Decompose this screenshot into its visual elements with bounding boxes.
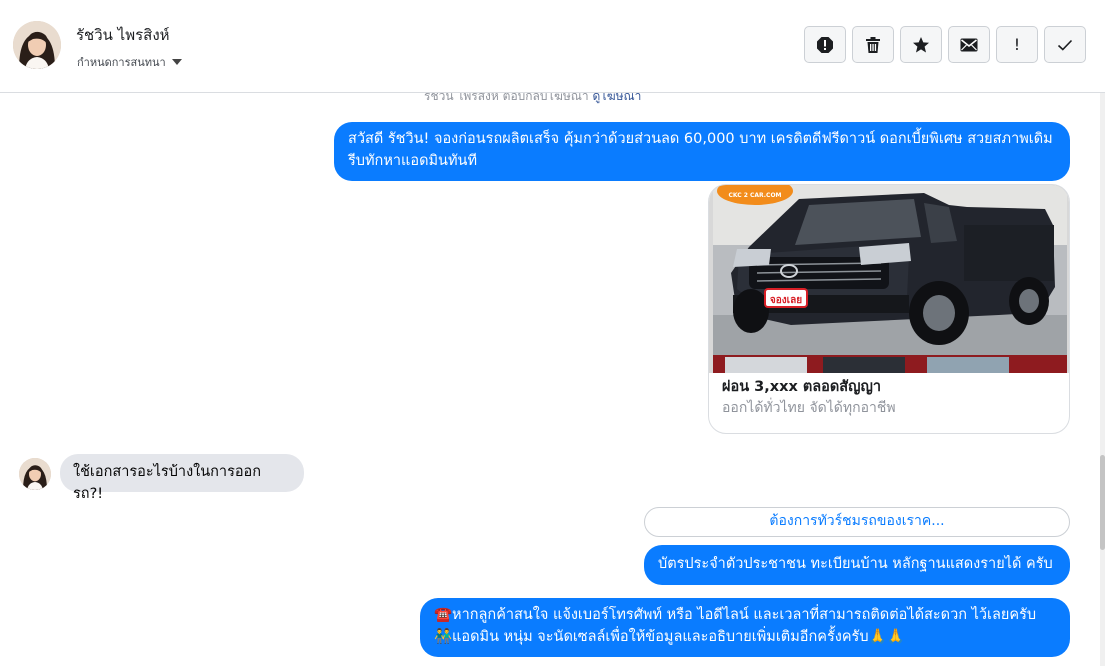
contact-name[interactable]: รัชวิน ไพรสิงห์ <box>76 23 170 47</box>
ad-reply-note: รัชวิน ไพรสิงห์ ตอบกลับโฆษณา ดูโฆษณา <box>424 93 641 106</box>
dealer-logo-text: CKC 2 CAR.COM <box>728 192 781 199</box>
exclamation-icon: ! <box>1013 35 1021 54</box>
conversation-header: รัชวิน ไพรสิงห์ กำหนดการสนทนา ! <box>0 0 1105 93</box>
mark-spam-button[interactable] <box>804 26 846 63</box>
conversation-actions: ! <box>804 26 1086 63</box>
delete-button[interactable] <box>852 26 894 63</box>
envelope-icon <box>960 38 978 51</box>
scrollbar[interactable] <box>1100 93 1105 666</box>
assign-label: กำหนดการสนทนา <box>77 56 166 69</box>
incoming-message: ใช้เอกสารอะไรบ้างในการออกรถ?! <box>60 454 304 502</box>
mark-done-button[interactable] <box>1044 26 1086 63</box>
card-title: ผ่อน 3,xxx ตลอดสัญญา <box>722 379 881 395</box>
star-button[interactable] <box>900 26 942 63</box>
ad-reply-text: รัชวิน ไพรสิงห์ ตอบกลับโฆษณา <box>424 93 589 103</box>
avatar[interactable] <box>13 21 61 69</box>
scrollbar-thumb[interactable] <box>1100 455 1105 550</box>
star-icon <box>913 36 929 52</box>
check-icon <box>1057 39 1073 51</box>
assign-conversation-dropdown[interactable]: กำหนดการสนทนา <box>77 53 182 71</box>
outgoing-message: ☎️หากลูกค้าสนใจ แจ้งเบอร์โทรศัพท์ หรือ ไ… <box>420 598 1070 657</box>
outgoing-message: บัตรประจำตัวประชาชน ทะเบียนบ้าน หลักฐานแ… <box>644 545 1070 585</box>
avatar[interactable] <box>19 458 51 490</box>
follow-up-button[interactable]: ! <box>996 26 1038 63</box>
trash-icon <box>866 36 880 53</box>
view-ad-link[interactable]: ดูโฆษณา <box>592 93 641 103</box>
caret-down-icon <box>171 59 182 65</box>
mark-spam-icon <box>817 36 833 53</box>
outgoing-message: สวัสดี รัชวิน! จองก่อนรถผลิตเสร็จ คุ้มกว… <box>334 122 1070 181</box>
inbox-conversation-window: รัชวิน ไพรสิงห์ กำหนดการสนทนา ! รัชวิน ไ… <box>0 0 1105 666</box>
car-photo: CKC 2 CAR.COM จองเลย <box>709 185 1069 373</box>
message-thread[interactable]: รัชวิน ไพรสิงห์ ตอบกลับโฆษณา ดูโฆษณา สวั… <box>0 93 1100 666</box>
reserve-sticker: จองเลย <box>770 295 802 306</box>
card-subtitle: ออกได้ทั่วไทย จัดได้ทุกอาชีพ <box>722 400 896 416</box>
ad-card[interactable]: CKC 2 CAR.COM จองเลย ผ่อน 3,xxx ตลอดสัญญ… <box>708 184 1070 434</box>
quick-reply-button[interactable]: ต้องการทัวร์ชมรถของเราค... <box>644 507 1070 537</box>
mark-unread-button[interactable] <box>948 26 990 63</box>
